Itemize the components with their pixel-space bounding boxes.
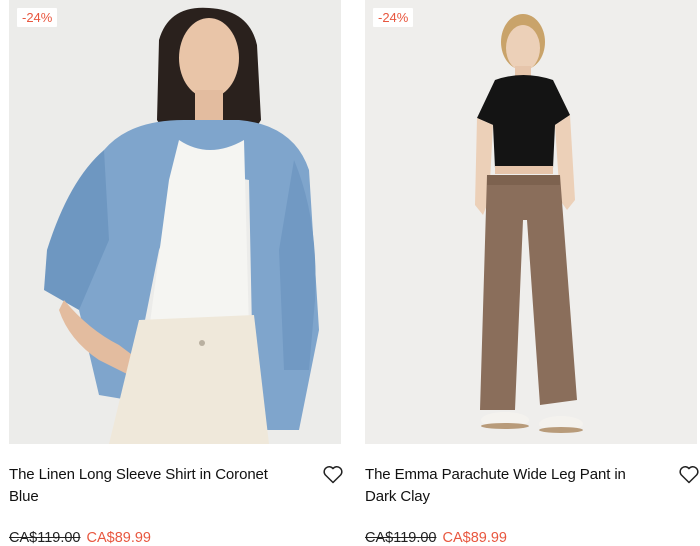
heart-outline-icon[interactable] bbox=[321, 462, 345, 486]
product-info: The Emma Parachute Wide Leg Pant in Dark… bbox=[365, 444, 700, 546]
product-image[interactable]: -24% bbox=[365, 0, 697, 444]
product-card[interactable]: -24% The Linen Long Sleeve Shirt in Coro… bbox=[9, 0, 343, 546]
product-card[interactable]: -24% The Emma Parachute Wide Leg Pant in… bbox=[365, 0, 700, 546]
product-image[interactable]: -24% bbox=[9, 0, 341, 444]
discount-badge: -24% bbox=[17, 8, 58, 27]
product-title[interactable]: The Linen Long Sleeve Shirt in Coronet B… bbox=[9, 464, 294, 508]
discount-badge: -24% bbox=[373, 8, 414, 27]
heart-outline-icon[interactable] bbox=[677, 462, 700, 486]
model-photo-pants bbox=[475, 14, 583, 433]
product-title[interactable]: The Emma Parachute Wide Leg Pant in Dark… bbox=[365, 464, 650, 508]
model-photo-shirt bbox=[44, 7, 319, 444]
product-grid: -24% The Linen Long Sleeve Shirt in Coro… bbox=[0, 0, 700, 546]
product-info: The Linen Long Sleeve Shirt in Coronet B… bbox=[9, 444, 343, 546]
